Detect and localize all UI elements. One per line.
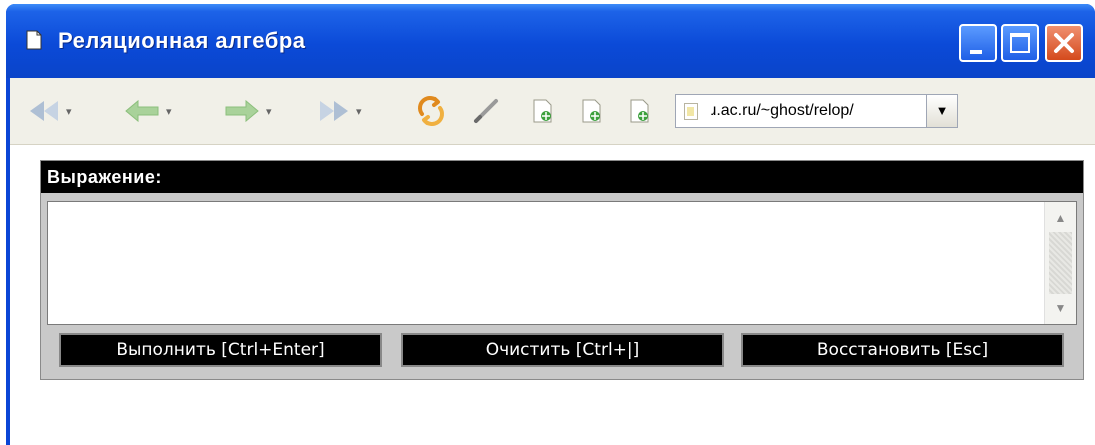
expression-panel: Выражение: ▲ ▼ Выполнить [Ctrl+Enter] Оч…	[40, 160, 1084, 380]
last-icon	[320, 101, 348, 121]
edit-icon	[474, 99, 498, 123]
last-button[interactable]: ▾	[316, 94, 362, 128]
page-icon	[684, 103, 698, 120]
page-add-icon-2	[582, 99, 601, 123]
address-dropdown-button[interactable]: ▼	[926, 94, 958, 128]
clear-button[interactable]: Очистить [Ctrl+|]	[401, 333, 724, 367]
scrollbar[interactable]: ▲ ▼	[1044, 202, 1076, 324]
minimize-icon	[970, 50, 982, 54]
client-area: ▾ ▾ ▾ ▾ ɹ.ac.ru/~ghost/relop/ ▼ Выражени…	[10, 78, 1095, 445]
edit-button[interactable]	[470, 94, 502, 128]
back-dropdown-icon[interactable]: ▾	[166, 105, 172, 118]
expression-input[interactable]: ▲ ▼	[47, 201, 1077, 325]
refresh-button[interactable]	[414, 94, 448, 128]
toolbar: ▾ ▾ ▾ ▾ ɹ.ac.ru/~ghost/relop/ ▼	[10, 78, 1095, 145]
back-button[interactable]: ▾	[122, 94, 172, 128]
refresh-icon	[418, 96, 444, 126]
scroll-track[interactable]	[1049, 232, 1072, 294]
address-text[interactable]: ɹ.ac.ru/~ghost/relop/	[711, 102, 854, 120]
document-icon	[26, 30, 42, 50]
back-icon	[125, 99, 159, 123]
first-button[interactable]: ▾	[26, 94, 72, 128]
close-button[interactable]	[1045, 24, 1083, 62]
restore-button[interactable]: Восстановить [Esc]	[741, 333, 1064, 367]
address-bar[interactable]: ɹ.ac.ru/~ghost/relop/	[675, 94, 953, 128]
first-dropdown-icon[interactable]: ▾	[66, 105, 72, 118]
last-dropdown-icon[interactable]: ▾	[356, 105, 362, 118]
scroll-up-icon[interactable]: ▲	[1049, 206, 1072, 230]
close-icon	[1054, 33, 1074, 53]
window-title: Реляционная алгебра	[58, 28, 306, 53]
page-add-icon-3	[630, 99, 649, 123]
scroll-down-icon[interactable]: ▼	[1049, 296, 1072, 320]
page-add-icon-1	[533, 99, 552, 123]
forward-button[interactable]: ▾	[222, 94, 272, 128]
first-icon	[30, 101, 58, 121]
page-add-button-2[interactable]	[580, 94, 604, 128]
maximize-button[interactable]	[1001, 24, 1039, 62]
page-add-button-3[interactable]	[628, 94, 652, 128]
page-add-button-1[interactable]	[531, 94, 555, 128]
expression-header: Выражение:	[41, 161, 1083, 193]
forward-dropdown-icon[interactable]: ▾	[266, 105, 272, 118]
maximize-icon	[1010, 33, 1030, 53]
execute-button[interactable]: Выполнить [Ctrl+Enter]	[59, 333, 382, 367]
forward-icon	[225, 99, 259, 123]
title-bar[interactable]: Реляционная алгебра	[6, 4, 1095, 78]
app-window: Реляционная алгебра ▾ ▾ ▾ ▾ ɹ.ac.ru/~gho…	[6, 4, 1095, 445]
minimize-button[interactable]	[959, 24, 997, 62]
